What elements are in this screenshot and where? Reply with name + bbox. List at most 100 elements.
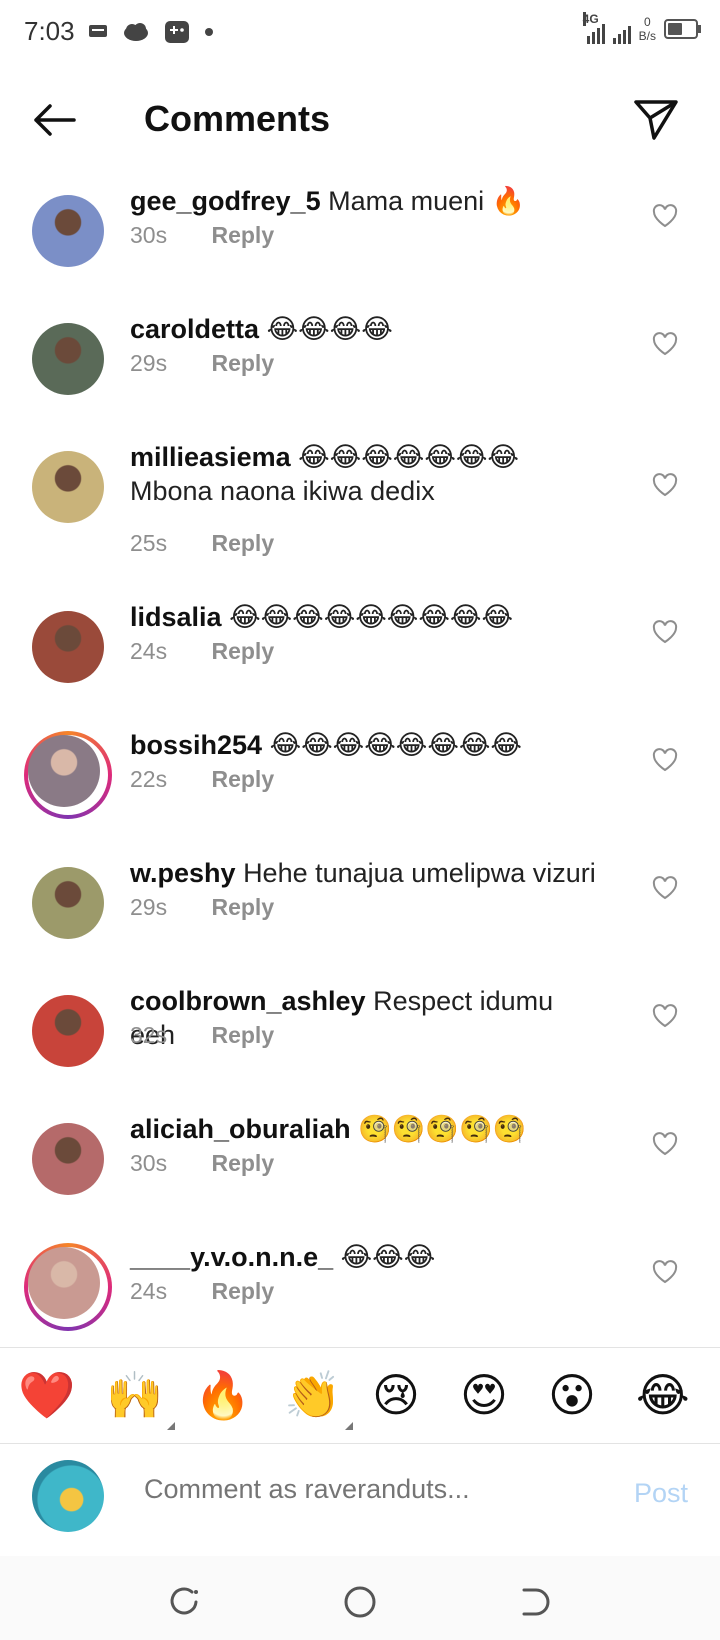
comment-time: 24s [130,638,168,664]
avatar[interactable] [32,611,104,683]
comment-text: 😂😂😂 [340,1242,436,1272]
story-ring[interactable] [24,731,112,819]
comment-username[interactable]: gee_godfrey_5 [130,186,321,216]
comment-time: 32s [130,1022,168,1048]
comment-text: 😂😂😂😂 [266,314,393,344]
comment-body: gee_godfrey_5 Mama mueni 🔥 [130,184,600,218]
fire-reaction[interactable]: 🔥 [194,1370,251,1420]
comment-text: Mama mueni 🔥 [328,186,526,216]
arrow-left-icon[interactable] [30,100,78,140]
comment-body: millieasiema 😂😂😂😂😂😂😂 Mbona naona ikiwa d… [130,440,600,508]
reply-button[interactable]: Reply [211,766,274,792]
heart-icon[interactable] [652,1132,678,1156]
reply-button[interactable]: Reply [211,1150,274,1176]
raised-hands-reaction[interactable]: 🙌 [106,1370,176,1430]
back-nav-icon[interactable] [516,1584,552,1620]
signal-icon: 4G [582,12,605,44]
heart-icon[interactable] [652,1260,678,1284]
signal-icon [612,14,631,44]
home-icon[interactable] [342,1584,378,1620]
comment-meta: 29s Reply [130,894,274,921]
avatar[interactable] [32,195,104,267]
comment-row: ____y.v.o.n.n.e_ 😂😂😂 24s Reply [0,1226,720,1354]
comment-username[interactable]: w.peshy [130,858,236,888]
comment-time: 29s [130,350,168,376]
paper-plane-icon[interactable] [632,98,680,142]
comment-username[interactable]: bossih254 [130,730,262,760]
heart-icon[interactable] [652,620,678,644]
heart-eyes-reaction[interactable]: 😍 [460,1370,508,1420]
comment-composer: Post [0,1444,720,1554]
laughing-reaction[interactable]: 😂 [636,1370,690,1420]
comment-username[interactable]: coolbrown_ashley [130,986,366,1016]
skin-tone-indicator [345,1422,354,1430]
heart-icon[interactable] [652,1004,678,1028]
reply-button[interactable]: Reply [211,1022,274,1048]
speed-value: 0 [643,15,651,29]
avatar[interactable] [32,995,104,1067]
avatar[interactable] [32,1123,104,1195]
comments-list: gee_godfrey_5 Mama mueni 🔥 30s Reply car… [0,170,720,1354]
comment-username[interactable]: ____y.v.o.n.n.e_ [130,1242,333,1272]
reply-button[interactable]: Reply [211,350,274,376]
comment-row: aliciah_oburaliah 🧐🧐🧐🧐🧐 30s Reply [0,1098,720,1226]
reply-button[interactable]: Reply [211,1278,274,1304]
comment-username[interactable]: aliciah_oburaliah [130,1114,351,1144]
avatar[interactable] [28,1247,100,1319]
heart-icon[interactable] [652,876,678,900]
speed-unit: B/s [638,29,656,43]
comment-username[interactable]: lidsalia [130,602,222,632]
comment-row: w.peshy Hehe tunajua umelipwa vizuri 29s… [0,842,720,970]
reply-button[interactable]: Reply [211,530,274,556]
story-ring[interactable] [24,1243,112,1331]
avatar[interactable] [32,451,104,523]
comment-body: w.peshy Hehe tunajua umelipwa vizuri [130,856,600,890]
crying-reaction[interactable]: 😢 [372,1370,420,1420]
game-icon [165,21,189,43]
heart-icon[interactable] [652,473,678,497]
comment-input[interactable] [144,1474,574,1505]
comment-meta: 22s Reply [130,766,274,793]
avatar[interactable] [32,867,104,939]
comment-username[interactable]: millieasiema [130,442,291,472]
comment-meta: 25s Reply [130,530,274,557]
reaction-emoji: 😂 [636,1369,690,1421]
heart-reaction[interactable]: ❤️ [18,1370,75,1420]
clap-reaction[interactable]: 👏 [284,1370,354,1430]
message-icon [89,25,107,37]
comment-meta: 30s Reply [130,1150,274,1177]
network-speed: 0 B/s [639,16,656,44]
comment-time: 29s [130,894,168,920]
comment-time: 30s [130,222,168,248]
comment-row: coolbrown_ashley Respect idumu eeh 32s R… [0,970,720,1098]
avatar[interactable] [32,323,104,395]
comment-username[interactable]: caroldetta [130,314,259,344]
reaction-emoji: 😮 [548,1369,596,1421]
heart-icon[interactable] [652,748,678,772]
reply-button[interactable]: Reply [211,638,274,664]
battery-icon [664,19,701,39]
heart-icon[interactable] [652,204,678,228]
reply-button[interactable]: Reply [211,894,274,920]
reaction-emoji: 🔥 [194,1369,252,1421]
surprised-reaction[interactable]: 😮 [548,1370,596,1420]
comment-body: aliciah_oburaliah 🧐🧐🧐🧐🧐 [130,1112,600,1146]
reply-button[interactable]: Reply [211,222,274,248]
comment-text: Hehe tunajua umelipwa vizuri [243,858,596,888]
comment-text: 😂😂😂😂😂😂😂😂😂 [229,602,513,632]
status-bar: 7:03 4G 0 B/s [0,0,720,70]
comment-body: lidsalia 😂😂😂😂😂😂😂😂😂 [130,600,600,634]
post-button[interactable]: Post [634,1478,688,1509]
comment-row: lidsalia 😂😂😂😂😂😂😂😂😂 24s Reply [0,586,720,714]
system-icons: 4G 0 B/s [582,12,701,44]
heart-icon[interactable] [652,332,678,356]
quick-reactions-bar: ❤️ 🙌 🔥 👏 😢 😍 😮 😂 [0,1348,720,1442]
reaction-emoji: ❤️ [18,1369,76,1421]
avatar[interactable] [28,735,100,807]
comment-row: caroldetta 😂😂😂😂 29s Reply [0,298,720,426]
comment-meta: 24s Reply [130,638,274,665]
system-nav-bar [0,1556,720,1640]
recent-apps-icon[interactable] [166,1584,202,1620]
comment-time: 22s [130,766,168,792]
notification-icons [88,20,214,44]
